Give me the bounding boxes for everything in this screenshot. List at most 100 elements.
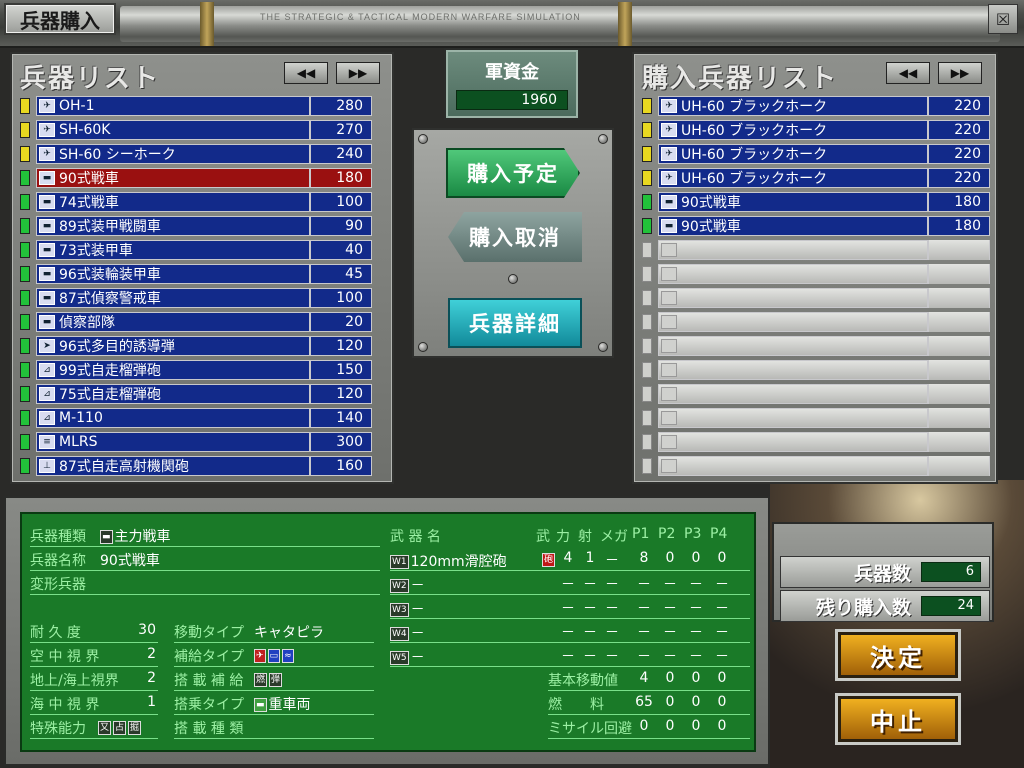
status-indicator — [20, 458, 30, 474]
list-row[interactable] — [642, 358, 990, 382]
special-label: 特殊能力 — [30, 721, 86, 737]
list-row[interactable]: ⊿ 99式自走榴弾砲 150 — [20, 358, 372, 382]
transform-label: 変形兵器 — [30, 577, 86, 593]
list-row[interactable]: ≡ MLRS 300 — [20, 430, 372, 454]
list-item[interactable]: ➤ 96式多目的誘導弾 120 — [36, 336, 372, 356]
list-row[interactable]: ▬ 87式偵察警戒車 100 — [20, 286, 372, 310]
list-row[interactable]: ✈ SH-60K 270 — [20, 118, 372, 142]
list-row[interactable]: ▬ 73式装甲車 40 — [20, 238, 372, 262]
purchase-list-prev-button[interactable]: ◀◀ — [886, 62, 930, 84]
sea-view-label: 海 中 視 界 — [30, 697, 100, 713]
weapon-list-prev-button[interactable]: ◀◀ — [284, 62, 328, 84]
list-item[interactable] — [658, 360, 990, 380]
list-item[interactable] — [658, 264, 990, 284]
list-row[interactable]: ➤ 96式多目的誘導弾 120 — [20, 334, 372, 358]
list-row[interactable]: ▬ 90式戦車 180 — [20, 166, 372, 190]
list-item[interactable] — [658, 336, 990, 356]
list-item[interactable]: ⊿ M-110 140 — [36, 408, 372, 428]
list-row[interactable]: ▬ 89式装甲戦闘車 90 — [20, 214, 372, 238]
list-row[interactable]: ✈ UH-60 ブラックホーク 220 — [642, 118, 990, 142]
list-row[interactable]: ✈ UH-60 ブラックホーク 220 — [642, 166, 990, 190]
list-item[interactable] — [658, 312, 990, 332]
stat-value: 0 — [665, 670, 675, 686]
list-item[interactable]: ▬ 偵察部隊 20 — [36, 312, 372, 332]
list-item[interactable]: ▬ 89式装甲戦闘車 90 — [36, 216, 372, 236]
decide-button[interactable]: 決定 — [838, 632, 958, 678]
list-row[interactable]: ✈ UH-60 ブラックホーク 220 — [642, 142, 990, 166]
list-item[interactable]: ⊥ 87式自走高射機関砲 160 — [36, 456, 372, 476]
list-item[interactable]: ✈ UH-60 ブラックホーク 220 — [658, 120, 990, 140]
weapon-value: － — [561, 601, 575, 617]
list-row[interactable] — [642, 286, 990, 310]
weapon-name: － — [410, 626, 425, 642]
list-item[interactable] — [658, 240, 990, 260]
list-row[interactable] — [642, 454, 990, 478]
tank-icon: ▬ — [39, 243, 55, 257]
list-item[interactable] — [658, 432, 990, 452]
list-row[interactable]: ✈ UH-60 ブラックホーク 220 — [642, 94, 990, 118]
list-row[interactable]: ⊥ 87式自走高射機関砲 160 — [20, 454, 372, 478]
list-row[interactable] — [642, 334, 990, 358]
list-item[interactable]: ✈ UH-60 ブラックホーク 220 — [658, 144, 990, 164]
list-item[interactable] — [658, 408, 990, 428]
item-price: 90 — [309, 216, 371, 236]
list-item[interactable]: ▬ 90式戦車 180 — [658, 192, 990, 212]
status-indicator — [20, 290, 30, 306]
list-item[interactable]: ✈ SH-60K 270 — [36, 120, 372, 140]
list-item[interactable]: ✈ UH-60 ブラックホーク 220 — [658, 96, 990, 116]
list-row[interactable]: ✈ OH-1 280 — [20, 94, 372, 118]
list-item[interactable] — [658, 384, 990, 404]
list-row[interactable]: ⊿ M-110 140 — [20, 406, 372, 430]
list-row[interactable] — [642, 382, 990, 406]
status-indicator — [642, 170, 652, 186]
purchase-list-next-button[interactable]: ▶▶ — [938, 62, 982, 84]
list-item[interactable]: ▬ 90式戦車 180 — [658, 216, 990, 236]
list-row[interactable] — [642, 310, 990, 334]
list-row[interactable] — [642, 238, 990, 262]
list-item[interactable]: ⊿ 99式自走榴弾砲 150 — [36, 360, 372, 380]
list-item[interactable] — [658, 288, 990, 308]
close-button[interactable]: ☒ — [988, 4, 1018, 34]
buy-cancel-button[interactable]: 購入取消 — [448, 212, 582, 262]
list-item[interactable]: ≡ MLRS 300 — [36, 432, 372, 452]
weapon-value: 1 — [585, 550, 595, 566]
missile-icon: ➤ — [39, 339, 55, 353]
list-item[interactable]: ▬ 96式装輪装甲車 45 — [36, 264, 372, 284]
empty-slot-icon — [661, 315, 677, 329]
list-row[interactable]: ✈ SH-60 シーホーク 240 — [20, 142, 372, 166]
buy-plan-button[interactable]: 購入予定 — [446, 148, 580, 198]
list-row[interactable]: ⊿ 75式自走榴弾砲 120 — [20, 382, 372, 406]
list-item[interactable]: ▬ 74式戦車 100 — [36, 192, 372, 212]
list-item[interactable]: ✈ SH-60 シーホーク 240 — [36, 144, 372, 164]
list-row[interactable]: ▬ 96式装輪装甲車 45 — [20, 262, 372, 286]
status-indicator — [642, 290, 652, 306]
abort-button[interactable]: 中止 — [838, 696, 958, 742]
list-item[interactable]: ▬ 73式装甲車 40 — [36, 240, 372, 260]
list-item[interactable]: ⊿ 75式自走榴弾砲 120 — [36, 384, 372, 404]
list-row[interactable] — [642, 262, 990, 286]
list-row[interactable] — [642, 430, 990, 454]
divider — [30, 666, 158, 667]
list-item[interactable]: ✈ OH-1 280 — [36, 96, 372, 116]
list-row[interactable]: ▬ 偵察部隊 20 — [20, 310, 372, 334]
weapon-detail-button[interactable]: 兵器詳細 — [448, 298, 582, 348]
list-item[interactable]: ✈ UH-60 ブラックホーク 220 — [658, 168, 990, 188]
type-label: 兵器種類 — [30, 529, 86, 545]
aircraft-icon: ✈ — [254, 649, 266, 663]
list-item[interactable] — [658, 456, 990, 476]
list-row[interactable]: ▬ 74式戦車 100 — [20, 190, 372, 214]
item-price: 40 — [309, 240, 371, 260]
weapon-slot: W5 － — [390, 647, 425, 667]
list-row[interactable]: ▬ 90式戦車 180 — [642, 190, 990, 214]
list-item[interactable]: ▬ 87式偵察警戒車 100 — [36, 288, 372, 308]
weapon-list-next-button[interactable]: ▶▶ — [336, 62, 380, 84]
status-indicator — [642, 194, 652, 210]
list-item[interactable]: ▬ 90式戦車 180 — [36, 168, 372, 188]
list-row[interactable] — [642, 406, 990, 430]
funds-label: 軍資金 — [485, 62, 539, 83]
weapon-value: － — [583, 577, 597, 593]
weapon-value: － — [689, 601, 703, 617]
onboard-supply-tags: 燃弾 — [254, 672, 284, 688]
item-price: 220 — [927, 168, 989, 188]
list-row[interactable]: ▬ 90式戦車 180 — [642, 214, 990, 238]
